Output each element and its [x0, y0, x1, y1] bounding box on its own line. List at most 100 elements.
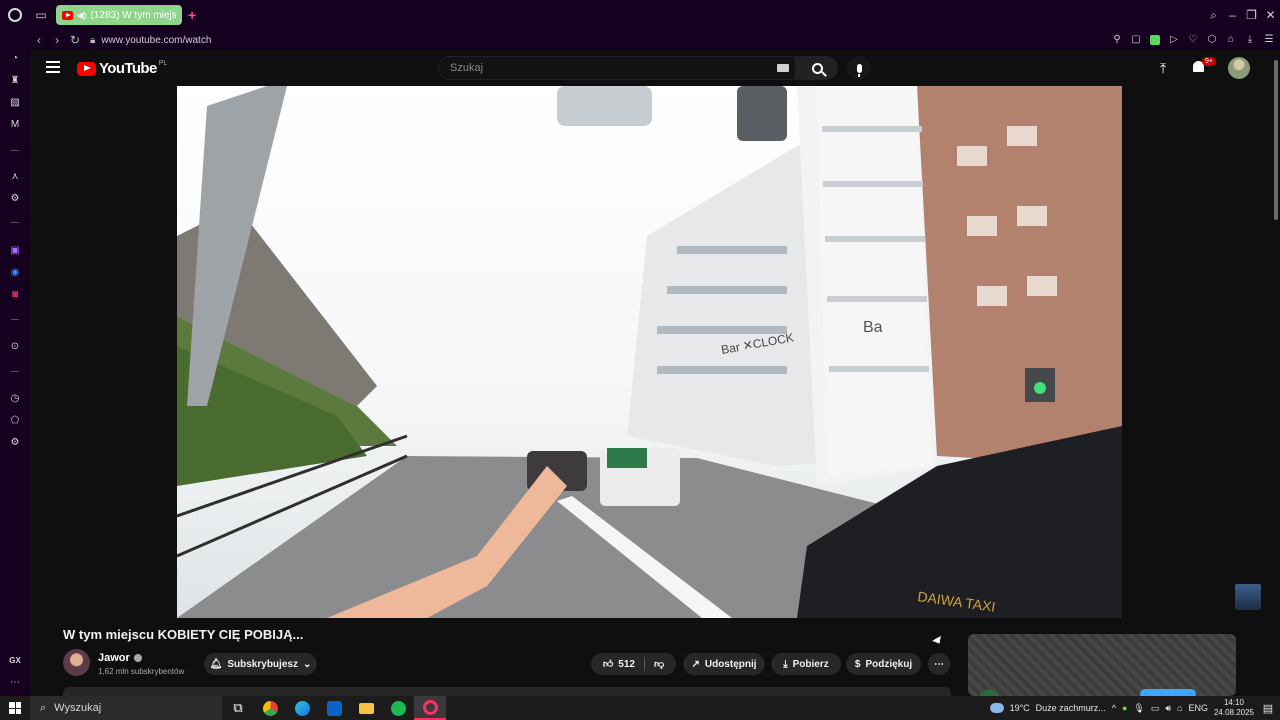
forward-button[interactable]: › — [48, 33, 66, 47]
share-button[interactable]: ↗ Udostępnij — [683, 653, 765, 675]
weather-temperature[interactable]: 19°C — [1010, 703, 1030, 713]
sidebar-more-icon[interactable]: ⋯ — [9, 677, 21, 689]
download-icon: ⤓ — [783, 658, 788, 670]
easy-setup-icon[interactable]: ☰ — [1264, 35, 1274, 45]
workspace-icon[interactable]: ▭ — [32, 6, 50, 24]
close-window-button[interactable]: ✕ — [1261, 0, 1280, 30]
like-icon[interactable]: 👍︎ — [603, 658, 613, 670]
tray-overflow-icon[interactable]: ^ — [1112, 703, 1116, 713]
gx-corner-icon[interactable]: ♜ — [9, 75, 21, 87]
network-icon[interactable]: ⌂ — [1177, 703, 1182, 713]
sidebar-separator — [11, 222, 19, 223]
gx-control-icon[interactable]: ◔ — [9, 53, 21, 65]
reload-button[interactable]: ↻ — [66, 33, 84, 47]
search-tabs-icon[interactable]: ⌕ — [1204, 0, 1223, 30]
dislike-icon[interactable]: 👎︎ — [654, 658, 664, 670]
microphone-icon — [856, 63, 862, 77]
page-scrollbar[interactable] — [1272, 50, 1280, 696]
player-sidebar-icon[interactable]: ⊙ — [9, 341, 21, 353]
url-field[interactable]: www.youtube.com/watch — [101, 35, 211, 46]
language-indicator[interactable]: ENG — [1188, 703, 1208, 713]
clock[interactable]: 14:10 24.08.2025 — [1214, 698, 1254, 718]
channel-avatar[interactable] — [63, 649, 90, 676]
thanks-button[interactable]: $ Podziękuj — [846, 653, 921, 675]
more-actions-button[interactable]: ⋯ — [928, 653, 950, 675]
recommendation-button[interactable] — [1140, 689, 1196, 696]
messenger-icon[interactable]: ◉ — [9, 267, 21, 279]
player-icon[interactable]: ▷ — [1169, 35, 1179, 45]
restore-button[interactable]: ❐ — [1242, 0, 1261, 30]
recommendation-card[interactable] — [968, 634, 1236, 696]
chrome-icon[interactable] — [254, 696, 286, 720]
back-button[interactable]: ‹ — [30, 33, 48, 47]
system-tray: 19°C Duże zachmurz... ^ ● 🎙︎ ▭ 🔊︎ ⌂ ENG … — [989, 696, 1280, 720]
gx-tools-icon[interactable]: ▨ — [9, 97, 21, 109]
taskbar-search[interactable]: ⌕ Wyszukaj — [30, 696, 222, 720]
aria-icon[interactable]: ⋏ — [9, 171, 21, 183]
window-controls: ⌕ – ❐ ✕ — [1204, 0, 1280, 30]
channel-name-link[interactable]: Jawor — [98, 652, 142, 664]
youtube-favicon-icon — [62, 10, 73, 20]
miniplayer-avatar[interactable] — [1235, 584, 1261, 610]
like-dislike-group: 👍︎ 512 👎︎ — [591, 653, 676, 675]
weather-icon[interactable] — [989, 703, 1004, 713]
wallet-icon[interactable]: ⌂ — [1226, 35, 1236, 45]
subscribed-button[interactable]: 🔔︎ Subskrybujesz ⌄ — [204, 653, 317, 675]
tray-app-icon[interactable]: ● — [1122, 703, 1127, 713]
start-button[interactable] — [0, 696, 30, 720]
browser-tab-active[interactable]: ◀) (1283) W tym miejscu — [56, 5, 182, 25]
download-button[interactable]: ⤓ Pobierz — [771, 653, 841, 675]
scrollbar-thumb[interactable] — [1274, 60, 1278, 220]
guide-menu-icon[interactable] — [46, 61, 60, 73]
extensions-sidebar-icon[interactable]: ⬠ — [9, 415, 21, 427]
history-icon[interactable]: ◷ — [9, 393, 21, 405]
settings-gear-icon[interactable]: ⚙ — [9, 193, 21, 205]
pin-icon[interactable]: ⚲ — [1112, 35, 1122, 45]
voice-search-button[interactable] — [847, 56, 871, 80]
youtube-play-icon — [77, 61, 96, 76]
gx-logo-icon[interactable]: GX — [9, 655, 21, 667]
taskbar-search-placeholder: Wyszukaj — [54, 702, 102, 714]
lock-icon[interactable]: 🔒︎ — [90, 35, 95, 46]
bookmark-heart-icon[interactable]: ♡ — [1188, 35, 1198, 45]
twitch-icon[interactable]: ▣ — [9, 245, 21, 257]
outlook-icon[interactable] — [318, 696, 350, 720]
chevron-down-icon: ⌄ — [302, 658, 312, 670]
new-tab-button[interactable]: + — [188, 7, 196, 23]
display-icon[interactable]: ▭ — [1151, 703, 1160, 714]
file-explorer-icon[interactable] — [350, 696, 382, 720]
windows-taskbar: ⌕ Wyszukaj ⧉ 19°C Duże zachmurz... ^ ● 🎙… — [0, 696, 1280, 720]
share-label: Udostępnij — [704, 658, 757, 670]
edge-icon[interactable] — [286, 696, 318, 720]
adblock-shield-icon[interactable] — [1150, 35, 1160, 45]
microphone-icon[interactable]: 🎙︎ — [1133, 703, 1144, 714]
account-avatar[interactable] — [1228, 57, 1250, 79]
downloads-icon[interactable]: ⤓ — [1245, 35, 1255, 45]
description-box[interactable] — [63, 687, 951, 696]
instagram-icon[interactable]: ◙ — [9, 289, 21, 301]
video-player[interactable]: Ba Bar ✕CLOCK DAIWA TAXI — [177, 86, 1122, 618]
search-input[interactable] — [439, 57, 759, 79]
youtube-country-code: PL — [158, 60, 168, 67]
youtube-logo-text: YouTube — [99, 60, 157, 77]
youtube-logo[interactable]: YouTube PL — [77, 60, 167, 77]
video-frame-scene: Ba Bar ✕CLOCK DAIWA TAXI — [177, 86, 1122, 618]
opera-gx-menu-button[interactable] — [0, 0, 30, 30]
opera-gx-taskbar-icon[interactable] — [414, 696, 446, 720]
like-count[interactable]: 512 — [618, 659, 635, 670]
minimize-button[interactable]: – — [1223, 0, 1242, 30]
browser-titlebar: ▭ ◀) (1283) W tym miejscu + ⌕ – ❐ ✕ — [0, 0, 1280, 30]
sidebar-settings-icon[interactable]: ⚙ — [9, 437, 21, 449]
notifications-center-icon[interactable]: ▤ — [1260, 702, 1276, 715]
snapshot-icon[interactable]: ▢ — [1131, 35, 1141, 45]
volume-icon[interactable]: 🔊︎ — [1165, 703, 1171, 714]
search-button[interactable] — [796, 56, 838, 80]
keyboard-icon[interactable] — [777, 64, 789, 72]
extensions-icon[interactable]: ⬡ — [1207, 35, 1217, 45]
task-view-icon[interactable]: ⧉ — [222, 696, 254, 720]
create-upload-icon[interactable]: ⤒ — [1160, 60, 1166, 77]
gx-m-icon[interactable]: M — [9, 119, 21, 131]
weather-description[interactable]: Duże zachmurz... — [1036, 703, 1106, 713]
spotify-icon[interactable] — [382, 696, 414, 720]
speaker-icon[interactable]: ◀) — [77, 10, 87, 21]
